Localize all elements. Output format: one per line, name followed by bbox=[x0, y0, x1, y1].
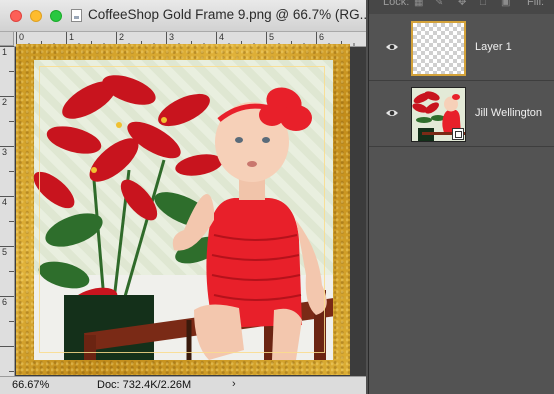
document-icon bbox=[71, 9, 82, 22]
layer-row-layer-1[interactable]: Layer 1 bbox=[369, 16, 554, 81]
window-title: CoffeeShop Gold Frame 9.png @ 66.7% (RG.… bbox=[88, 7, 371, 22]
fill-label: Fill: bbox=[527, 0, 545, 8]
title-bar[interactable]: CoffeeShop Gold Frame 9.png @ 66.7% (RG.… bbox=[0, 0, 371, 32]
layer-name[interactable]: Jill Wellington bbox=[475, 107, 542, 119]
minimize-window-button[interactable] bbox=[30, 10, 42, 22]
ruler-label: 3 bbox=[2, 147, 8, 157]
zoom-window-button[interactable] bbox=[50, 10, 62, 22]
ruler-label: 6 bbox=[2, 297, 8, 307]
ruler-origin[interactable] bbox=[0, 32, 14, 46]
visibility-eye-icon[interactable] bbox=[385, 42, 399, 52]
inner-frame-border bbox=[39, 66, 325, 353]
document-canvas-image[interactable] bbox=[16, 44, 350, 375]
ruler-label: 3 bbox=[169, 32, 175, 42]
status-bar: 66.67% Doc: 732.4K/2.26M › bbox=[0, 376, 366, 394]
visibility-eye-icon[interactable] bbox=[385, 108, 399, 118]
lock-paint-icon[interactable]: ✎ bbox=[435, 0, 443, 8]
vertical-ruler[interactable]: 1 2 3 4 5 6 bbox=[0, 46, 15, 376]
close-window-button[interactable] bbox=[10, 10, 22, 22]
lock-transparent-icon[interactable]: ▦ bbox=[414, 0, 423, 8]
ruler-label: 0 bbox=[19, 32, 25, 42]
ruler-label: 1 bbox=[69, 32, 75, 42]
ruler-label: 6 bbox=[319, 32, 325, 42]
document-size-info[interactable]: Doc: 732.4K/2.26M bbox=[97, 379, 191, 391]
ruler-label: 5 bbox=[269, 32, 275, 42]
lock-artboard-icon[interactable]: □ bbox=[480, 0, 486, 8]
lock-label: Lock: bbox=[383, 0, 410, 8]
ruler-label: 4 bbox=[2, 197, 8, 207]
smart-object-icon bbox=[452, 128, 464, 140]
ruler-label: 4 bbox=[219, 32, 225, 42]
ruler-label: 2 bbox=[2, 97, 8, 107]
status-menu-arrow-icon[interactable]: › bbox=[232, 378, 236, 390]
ruler-label: 2 bbox=[119, 32, 125, 42]
zoom-level-field[interactable]: 66.67% bbox=[12, 379, 49, 391]
layer-row-jill-wellington[interactable]: Jill Wellington bbox=[369, 82, 554, 147]
layer-thumbnail-transparent bbox=[411, 21, 466, 76]
vertical-ruler-ticks bbox=[0, 46, 14, 372]
layers-panel-header: Lock: ▦ ✎ ✥ □ ▣ Fill: bbox=[369, 0, 554, 14]
ruler-label: 5 bbox=[2, 247, 8, 257]
lock-all-icon[interactable]: ▣ bbox=[501, 0, 510, 8]
layer-name[interactable]: Layer 1 bbox=[475, 41, 512, 53]
document-window: CoffeeShop Gold Frame 9.png @ 66.7% (RG.… bbox=[0, 0, 371, 394]
lock-move-icon[interactable]: ✥ bbox=[458, 0, 466, 8]
layers-panel: Lock: ▦ ✎ ✥ □ ▣ Fill: Layer 1 Jill Welli… bbox=[368, 0, 554, 394]
ruler-label: 1 bbox=[2, 47, 8, 57]
